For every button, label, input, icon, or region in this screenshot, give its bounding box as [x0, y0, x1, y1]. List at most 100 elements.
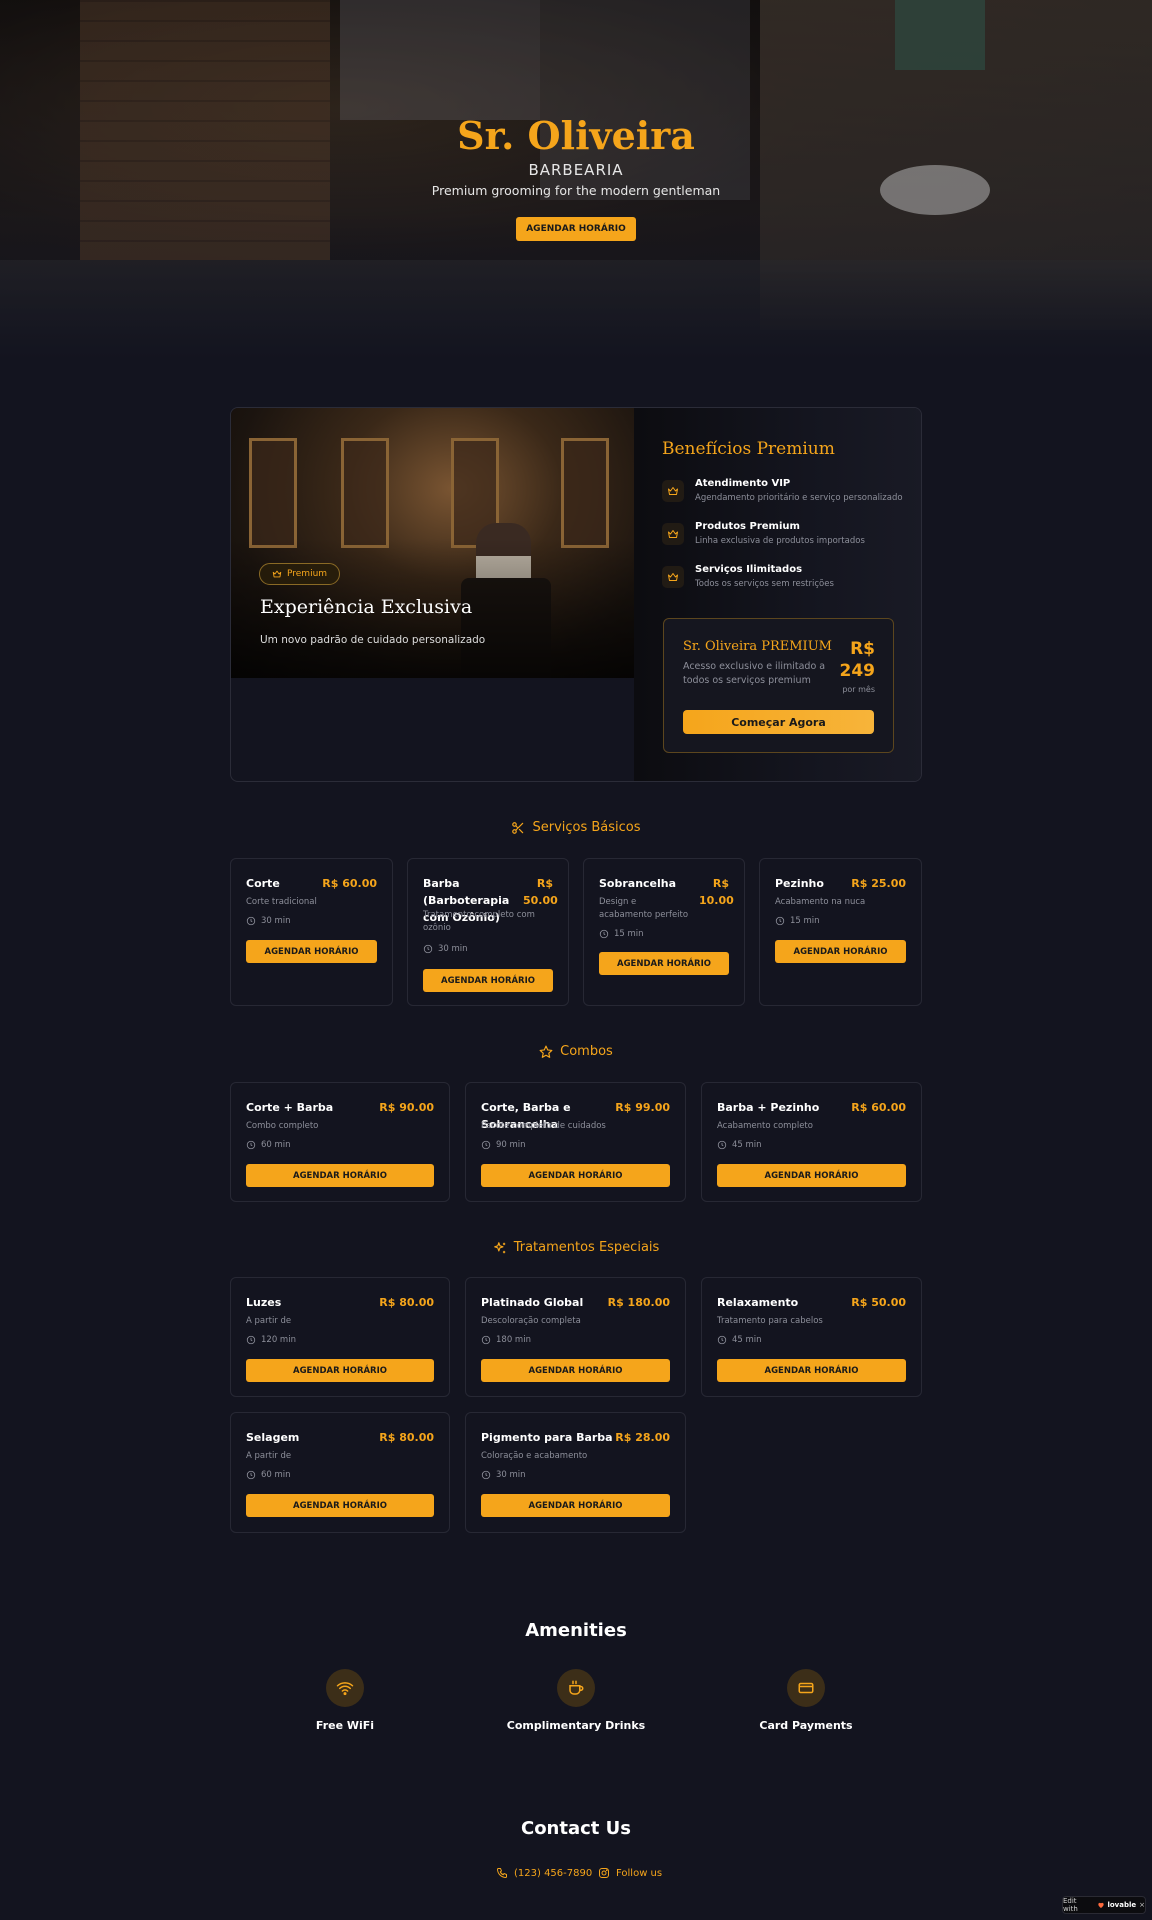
- service-name: Barba + Pezinho: [717, 1101, 820, 1114]
- contact-title: Contact Us: [520, 1818, 631, 1839]
- hero-background-floor: [0, 260, 1152, 360]
- service-price: R$ 50.00: [523, 877, 558, 907]
- service-duration: 15 min: [599, 929, 644, 939]
- service-desc: Combo completo: [246, 1121, 319, 1131]
- premium-benefits-panel: Benefícios Premium Atendimento VIP Agend…: [634, 408, 921, 781]
- service-name: Platinado Global: [481, 1296, 584, 1309]
- book-button[interactable]: AGENDAR HORÁRIO: [717, 1164, 906, 1187]
- book-button[interactable]: AGENDAR HORÁRIO: [481, 1164, 670, 1187]
- treatment-card: Luzes R$ 80.00 A partir de 120 min AGEND…: [230, 1277, 450, 1397]
- service-name: Selagem: [246, 1431, 300, 1444]
- service-price: R$ 99.00: [615, 1101, 670, 1114]
- service-duration: 30 min: [423, 944, 468, 954]
- service-time: 30 min: [261, 916, 291, 926]
- book-button[interactable]: AGENDAR HORÁRIO: [246, 940, 377, 963]
- service-time: 45 min: [732, 1140, 762, 1150]
- clock-icon: [775, 916, 785, 926]
- section-heading-special: Tratamentos Especiais: [0, 1240, 1152, 1255]
- hero-background-mirror: [340, 0, 540, 120]
- service-duration: 30 min: [481, 1470, 526, 1480]
- service-time: 30 min: [496, 1470, 526, 1480]
- book-button[interactable]: AGENDAR HORÁRIO: [246, 1164, 434, 1187]
- image-mirror: [341, 438, 389, 548]
- book-button[interactable]: AGENDAR HORÁRIO: [246, 1494, 434, 1517]
- service-duration: 60 min: [246, 1470, 291, 1480]
- clock-icon: [717, 1335, 727, 1345]
- clock-icon: [246, 1470, 256, 1480]
- service-card: Barba (Barboterapia com Ozônio) R$ 50.00…: [407, 858, 569, 1006]
- service-time: 45 min: [732, 1335, 762, 1345]
- hero-book-button[interactable]: AGENDAR HORÁRIO: [516, 217, 636, 241]
- service-card: Corte R$ 60.00 Corte tradicional 30 min …: [230, 858, 393, 1006]
- service-time: 180 min: [496, 1335, 531, 1345]
- service-card: Sobrancelha R$ 10.00 Design e acabamento…: [583, 858, 745, 1006]
- service-desc: Descoloração completa: [481, 1316, 581, 1326]
- amenity-label: Free WiFi: [315, 1719, 375, 1732]
- plan-period: por mês: [842, 685, 875, 694]
- book-button[interactable]: AGENDAR HORÁRIO: [599, 952, 729, 975]
- book-button[interactable]: AGENDAR HORÁRIO: [717, 1359, 906, 1382]
- sparkles-icon: [493, 1241, 505, 1253]
- service-price: R$ 10.00: [699, 877, 734, 907]
- benefit-text: Agendamento prioritário e serviço person…: [695, 493, 903, 503]
- service-time: 15 min: [614, 929, 644, 939]
- book-button[interactable]: AGENDAR HORÁRIO: [775, 940, 906, 963]
- service-price: R$ 28.00: [615, 1431, 670, 1444]
- amenities-title: Amenities: [525, 1620, 627, 1641]
- book-button[interactable]: AGENDAR HORÁRIO: [481, 1359, 670, 1382]
- book-button[interactable]: AGENDAR HORÁRIO: [481, 1494, 670, 1517]
- section-title: Tratamentos Especiais: [513, 1240, 660, 1255]
- clock-icon: [246, 1140, 256, 1150]
- benefit-item: Produtos Premium Linha exclusiva de prod…: [662, 521, 912, 557]
- section-title: Serviços Básicos: [532, 820, 641, 835]
- benefits-title: Benefícios Premium: [662, 439, 835, 459]
- premium-badge-label: Premium: [287, 569, 328, 579]
- scissors-icon: [512, 821, 524, 834]
- service-duration: 180 min: [481, 1335, 531, 1345]
- plan-name: Sr. Oliveira PREMIUM: [683, 639, 832, 654]
- service-name: Pezinho: [775, 877, 824, 890]
- premium-image-title: Experiência Exclusiva: [260, 596, 473, 618]
- book-button[interactable]: AGENDAR HORÁRIO: [246, 1359, 434, 1382]
- service-price: R$ 180.00: [607, 1296, 670, 1309]
- coffee-icon: [557, 1669, 595, 1707]
- treatment-card: Selagem R$ 80.00 A partir de 60 min AGEN…: [230, 1412, 450, 1533]
- benefit-name: Atendimento VIP: [695, 478, 791, 489]
- close-icon[interactable]: ×: [1139, 1901, 1145, 1909]
- star-icon: [539, 1045, 553, 1058]
- amenity-label: Complimentary Drinks: [506, 1719, 646, 1732]
- amenity-item: Card Payments: [706, 1669, 906, 1739]
- treatment-card: Pigmento para Barba R$ 28.00 Coloração e…: [465, 1412, 686, 1533]
- plan-description: Acesso exclusivo e ilimitado a todos os …: [683, 661, 826, 686]
- premium-plan-card: Sr. Oliveira PREMIUM Acesso exclusivo e …: [663, 618, 894, 753]
- service-time: 60 min: [261, 1470, 291, 1480]
- social-link[interactable]: Follow us: [598, 1867, 662, 1879]
- phone-link[interactable]: (123) 456-7890: [496, 1867, 592, 1879]
- service-price: R$ 25.00: [851, 877, 906, 890]
- plan-start-button[interactable]: Começar Agora: [683, 710, 874, 734]
- treatment-card: Platinado Global R$ 180.00 Descoloração …: [465, 1277, 686, 1397]
- credit-card-icon: [787, 1669, 825, 1707]
- instagram-icon: [599, 1868, 609, 1878]
- clock-icon: [423, 944, 433, 954]
- amenity-label: Card Payments: [759, 1719, 853, 1732]
- service-time: 30 min: [438, 944, 468, 954]
- clock-icon: [481, 1335, 491, 1345]
- hero-background-frame: [895, 0, 985, 70]
- benefit-text: Todos os serviços sem restrições: [695, 579, 834, 589]
- service-desc: Acabamento na nuca: [775, 897, 866, 907]
- clock-icon: [246, 916, 256, 926]
- benefit-item: Serviços Ilimitados Todos os serviços se…: [662, 564, 912, 600]
- service-name: Luzes: [246, 1296, 282, 1309]
- plan-currency: R$: [850, 639, 875, 659]
- heart-icon: [1097, 1902, 1104, 1908]
- book-button[interactable]: AGENDAR HORÁRIO: [423, 969, 553, 992]
- clock-icon: [481, 1140, 491, 1150]
- social-label: Follow us: [616, 1867, 663, 1879]
- service-time: 60 min: [261, 1140, 291, 1150]
- lovable-badge[interactable]: Edit with lovable ×: [1062, 1896, 1146, 1914]
- service-price: R$ 90.00: [379, 1101, 434, 1114]
- service-time: 120 min: [261, 1335, 296, 1345]
- benefit-item: Atendimento VIP Agendamento prioritário …: [662, 478, 912, 514]
- benefit-name: Serviços Ilimitados: [695, 564, 803, 575]
